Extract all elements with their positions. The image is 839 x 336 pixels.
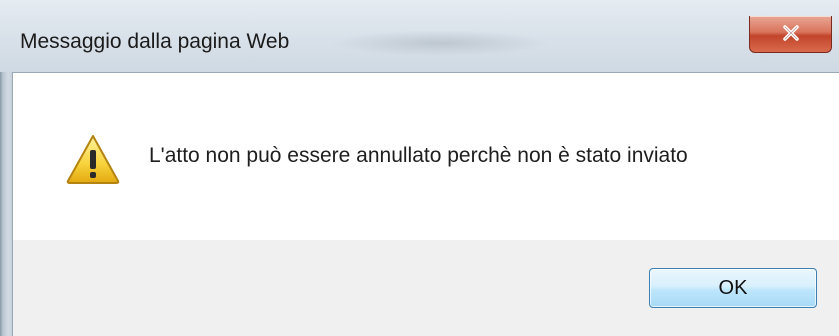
message-dialog: Messaggio dalla pagina Web L'atto non pu… <box>0 0 839 336</box>
title-bar[interactable]: Messaggio dalla pagina Web <box>0 0 839 72</box>
window-title: Messaggio dalla pagina Web <box>20 30 290 53</box>
close-button[interactable] <box>749 16 832 53</box>
ok-button[interactable]: OK <box>649 268 817 308</box>
dialog-message: L'atto non può essere annullato perchè n… <box>149 144 688 167</box>
warning-icon <box>66 135 120 184</box>
close-x-icon <box>783 25 799 41</box>
button-bar: OK <box>12 240 839 336</box>
message-area: L'atto non può essere annullato perchè n… <box>12 72 839 240</box>
